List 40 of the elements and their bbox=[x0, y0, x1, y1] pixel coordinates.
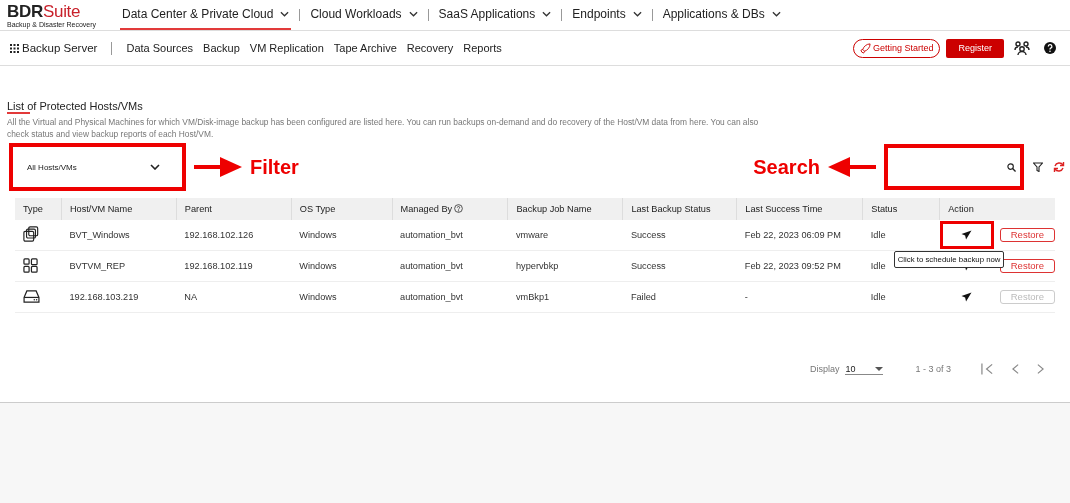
table-cell: - bbox=[744, 292, 748, 302]
table-cell: Idle bbox=[870, 230, 886, 240]
table-cell: 192.168.103.219 bbox=[69, 292, 139, 302]
annotation-label: Search bbox=[753, 155, 820, 179]
table-cell: 192.168.102.119 bbox=[184, 261, 253, 271]
column-header: Type bbox=[23, 204, 43, 214]
table-cell: Windows bbox=[299, 230, 337, 240]
page-title: List of Protected Hosts/VMs bbox=[7, 100, 143, 116]
table-cell: BVTVM_REP bbox=[69, 261, 126, 271]
column-header: Last Success Time bbox=[745, 204, 823, 214]
column-header: Action bbox=[948, 204, 974, 214]
page-range: 1 - 3 of 3 bbox=[915, 364, 951, 374]
table-cell: 192.168.102.126 bbox=[184, 230, 254, 240]
column-header: OS Type bbox=[299, 204, 336, 214]
table-cell: vmBkp1 bbox=[515, 292, 550, 302]
column-header: Parent bbox=[184, 204, 212, 214]
table-cell: Idle bbox=[870, 261, 886, 271]
table-cell: Success bbox=[630, 230, 666, 240]
table-cell: Idle bbox=[870, 292, 886, 302]
table-cell: automation_bvt bbox=[400, 230, 463, 240]
table-cell: Windows bbox=[299, 261, 337, 271]
table-cell: Feb 22, 2023 06:09 PM bbox=[744, 230, 841, 240]
annotation-label: Filter bbox=[250, 155, 299, 179]
column-header: Backup Job Name bbox=[516, 204, 592, 214]
column-header: Host/VM Name bbox=[69, 204, 133, 214]
table-cell: automation_bvt bbox=[400, 292, 463, 302]
table-cell: Failed bbox=[630, 292, 656, 302]
column-header: Last Backup Status bbox=[631, 204, 711, 214]
table-cell: NA bbox=[184, 292, 198, 302]
page-size-label: Display bbox=[809, 364, 840, 374]
column-header: Status bbox=[871, 204, 898, 214]
table-cell: Feb 22, 2023 09:52 PM bbox=[744, 261, 841, 271]
table-cell: hypervbkp bbox=[515, 261, 559, 271]
table-cell: BVT_Windows bbox=[69, 230, 130, 240]
page-description: All the Virtual and Physical Machines for which VM/Disk-image backup has been configured are listed here. You can run backups on-demand and do recovery of the Host/VM data from here. You can also check status and view backup reports of each Host/VM. bbox=[7, 116, 760, 140]
column-header: Managed By bbox=[400, 204, 453, 214]
table-cell: Success bbox=[630, 261, 666, 271]
table-cell: Windows bbox=[299, 292, 337, 302]
table-cell: automation_bvt bbox=[400, 261, 463, 271]
table-cell: vmware bbox=[515, 230, 549, 240]
